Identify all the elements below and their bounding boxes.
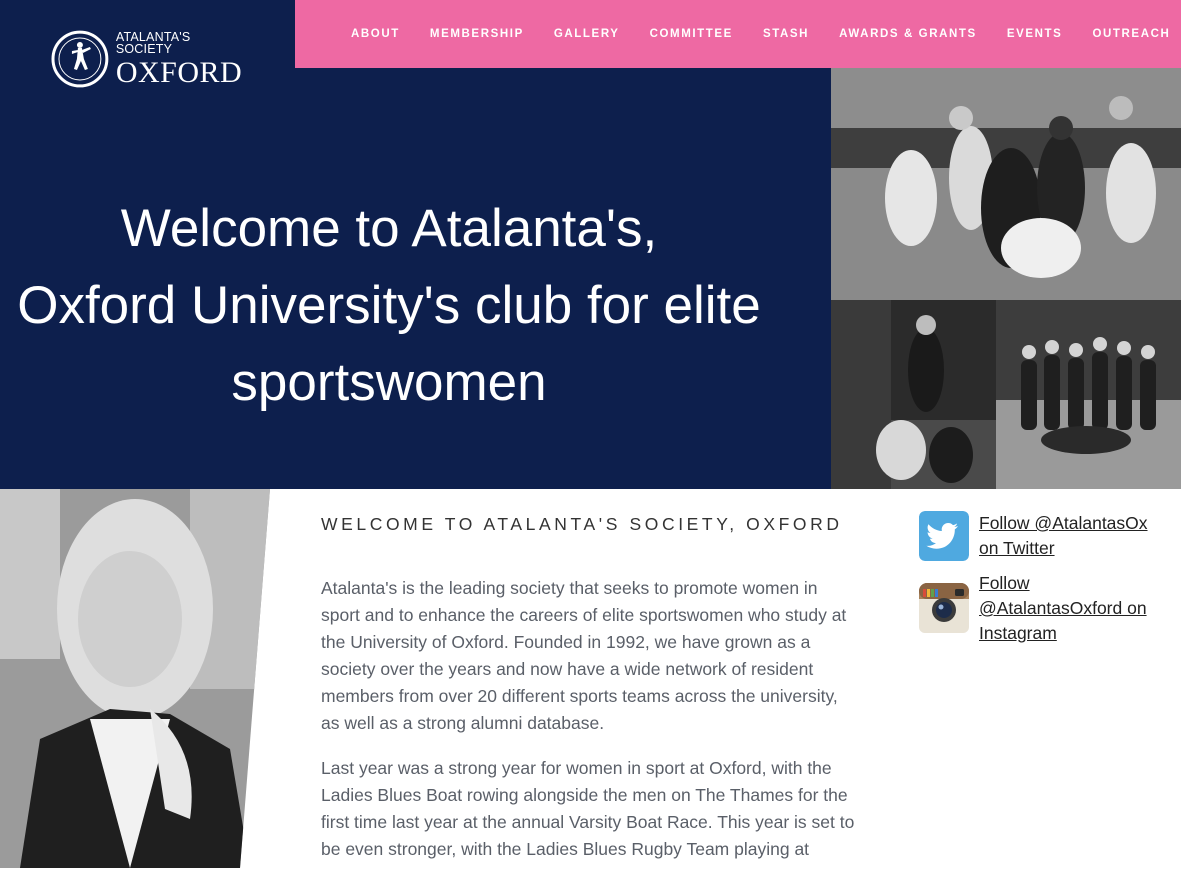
nav-events[interactable]: EVENTS [1007,28,1063,40]
nav-outreach[interactable]: OUTREACH [1092,28,1170,40]
instagram-link[interactable]: Follow @AtalantasOxford on Instagram [979,571,1149,646]
instagram-follow[interactable]: Follow @AtalantasOxford on Instagram [919,571,1159,646]
nav-stash[interactable]: STASH [763,28,809,40]
main-navigation: ABOUT MEMBERSHIP GALLERY COMMITTEE STASH… [295,0,1181,68]
nav-about[interactable]: ABOUT [351,28,400,40]
team-group-photo [996,300,1181,489]
twitter-icon[interactable] [919,511,969,561]
social-links: Follow @AtalantasOx on Twitter Follow @A… [919,511,1159,656]
nav-gallery[interactable]: GALLERY [554,28,620,40]
rugby-match-photo [831,68,1181,300]
atalanta-emblem-icon [51,30,109,88]
logo-title: OXFORD [115,55,243,89]
hero-section: ATALANTA'S SOCIETY OXFORD ABOUT MEMBERSH… [0,0,1181,489]
instagram-icon[interactable] [919,583,969,633]
nav-awards-grants[interactable]: AWARDS & GRANTS [839,28,977,40]
hero-title-line-1: Welcome to Atalanta's, [120,199,658,258]
nav-committee[interactable]: COMMITTEE [650,28,733,40]
main-content: WELCOME TO ATALANTA'S SOCIETY, OXFORD At… [321,510,861,881]
twitter-link[interactable]: Follow @AtalantasOx on Twitter [979,511,1149,561]
member-portrait-photo [0,489,270,868]
site-logo[interactable]: ATALANTA'S SOCIETY OXFORD [50,28,250,90]
hero-title-line-3: sportswomen [231,353,547,412]
twitter-follow[interactable]: Follow @AtalantasOx on Twitter [919,511,1159,561]
intro-paragraph: Atalanta's is the leading society that s… [321,578,847,733]
hero-photo-grid [831,68,1181,489]
hero-title: Welcome to Atalanta's, Oxford University… [0,190,778,421]
lineout-photo [831,300,996,489]
news-paragraph: Last year was a strong year for women in… [321,758,855,859]
nav-membership[interactable]: MEMBERSHIP [430,28,524,40]
section-heading: WELCOME TO ATALANTA'S SOCIETY, OXFORD [321,514,843,534]
logo-subtitle: ATALANTA'S SOCIETY [115,29,191,56]
hero-title-line-2: Oxford University's club for elite [17,276,761,335]
